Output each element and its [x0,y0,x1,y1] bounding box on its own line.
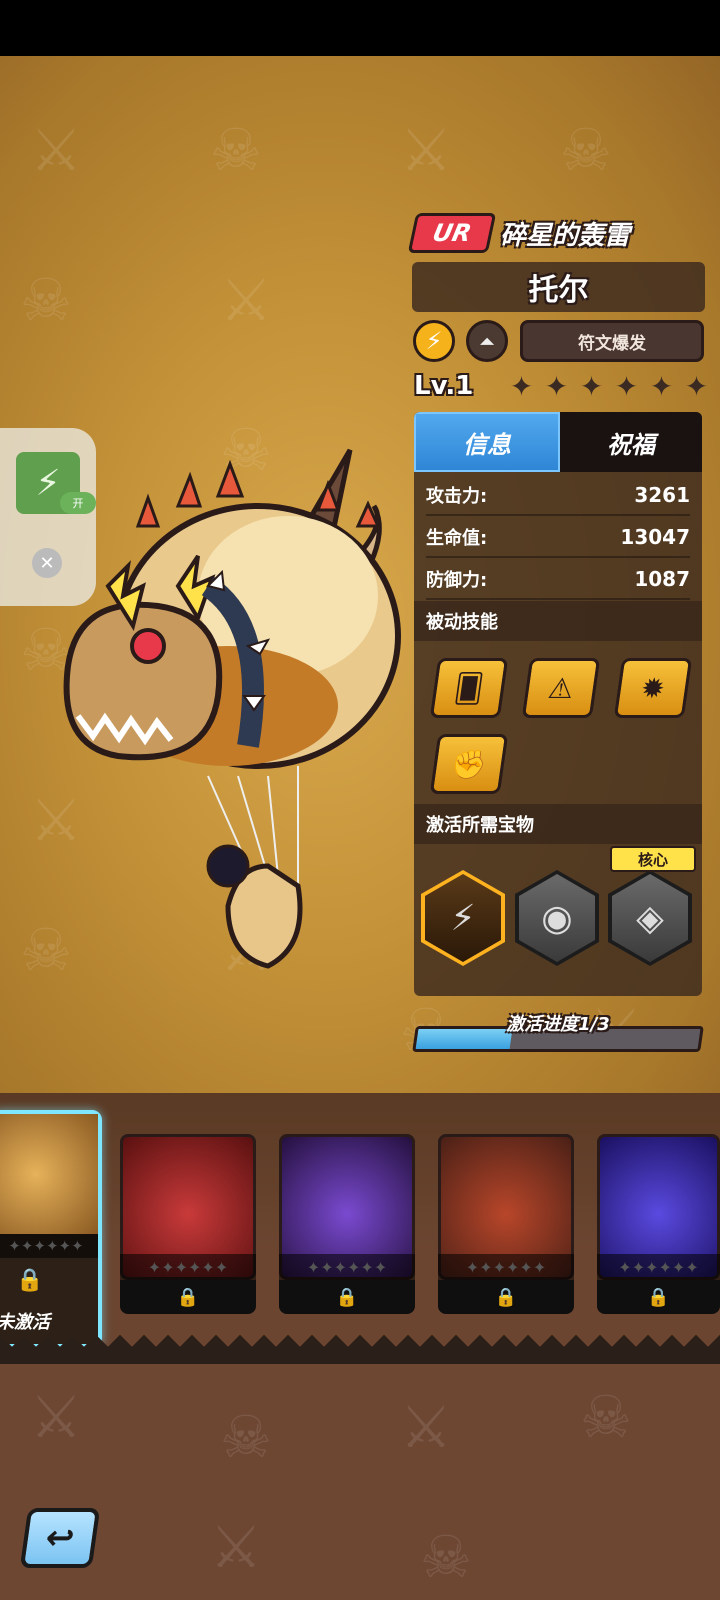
star-icon: ✦ [544,370,569,403]
required-treasures-header: 激活所需宝物 [414,804,702,844]
dragon-eye [130,628,166,664]
cards-dice-icon[interactable]: 🂠 [429,658,509,718]
roster-card[interactable]: ✦✦✦✦✦✦ 🔒 [279,1134,415,1314]
stat-label: 防御力: [426,570,488,591]
lightning-hammer-icon: ⚡ [425,874,501,962]
roster-card[interactable]: ✦✦✦✦✦✦ 🔒 [120,1134,256,1314]
class-triangle-icon[interactable]: ⏶ [466,320,508,362]
star-icon: ✦ [684,370,709,403]
roster-card[interactable]: ✦✦✦✦✦✦ 🔒 [438,1134,574,1314]
stat-value: 1087 [634,567,690,591]
tab-blessing[interactable]: 祝福 [560,412,702,472]
lightning-element-icon[interactable]: ⚡ [413,320,455,362]
fist-icon[interactable]: ✊ [429,734,509,794]
card-stars: ✦✦✦✦✦✦ [438,1254,574,1280]
lock-icon: 🔒 [438,1280,574,1314]
status-bar [0,0,720,56]
hero-title: 碎星的轰雷 [500,220,631,251]
side-floating-widget: ⚡ 开 ✕ [0,428,96,606]
back-arrow-icon: ↩ [42,1518,78,1558]
rarity-badge: UR [407,213,497,253]
divider-spikes [0,1330,720,1364]
stat-row-attack: 攻击力: 3261 [426,476,690,516]
bottom-background: ⚔ ☠ ⚔ ☠ ⚔ ☠ [0,1363,720,1600]
core-badge: 核心 [610,846,696,872]
card-stars: ✦✦✦✦✦✦ [0,1234,98,1258]
dark-eye-relic-icon: ◉ [519,874,595,962]
pendant-relic-icon: ◈ [612,874,688,962]
stat-value: 13047 [620,525,690,549]
stat-label: 生命值: [426,528,488,549]
roster-card-selected[interactable]: ✦✦✦✦✦✦ 🔒 未激活 [0,1110,102,1348]
hero-name: 托尔 [412,262,705,312]
tab-info[interactable]: 信息 [414,412,560,472]
back-button[interactable]: ↩ [19,1508,101,1568]
star-icon: ✦ [579,370,604,403]
stat-row-hp: 生命值: 13047 [426,518,690,558]
close-icon[interactable]: ✕ [32,548,62,578]
star-icon: ✦ [649,370,674,403]
star-icon: ✦ [614,370,639,403]
star-rating: ✦ ✦ ✦ ✦ ✦ ✦ [506,370,712,403]
passive-skills-header: 被动技能 [414,601,702,641]
rune-burst-button[interactable]: 符文爆发 [520,320,704,362]
stat-label: 攻击力: [426,486,488,507]
burst-star-icon[interactable]: ✹ [613,658,693,718]
stat-row-defense: 防御力: 1087 [426,560,690,600]
lock-icon: 🔒 [16,1268,44,1293]
stat-value: 3261 [634,483,690,507]
activation-progress-label: 激活进度1/3 [506,1014,610,1035]
card-stars: ✦✦✦✦✦✦ [279,1254,415,1280]
dragon-thumbnail [0,1114,98,1234]
lightning-triangle-icon[interactable]: ⚠ [521,658,601,718]
lock-icon: 🔒 [597,1280,720,1314]
card-stars: ✦✦✦✦✦✦ [597,1254,720,1280]
card-stars: ✦✦✦✦✦✦ [120,1254,256,1280]
boost-toggle[interactable]: 开 [60,492,96,514]
lock-icon: 🔒 [279,1280,415,1314]
tab-row: 信息 祝福 [414,412,702,472]
roster-card[interactable]: ✦✦✦✦✦✦ 🔒 [597,1134,720,1314]
hero-level: Lv.1 [414,371,474,401]
star-icon: ✦ [509,370,534,403]
lock-icon: 🔒 [120,1280,256,1314]
rider [206,844,250,888]
hero-portrait [63,448,401,969]
